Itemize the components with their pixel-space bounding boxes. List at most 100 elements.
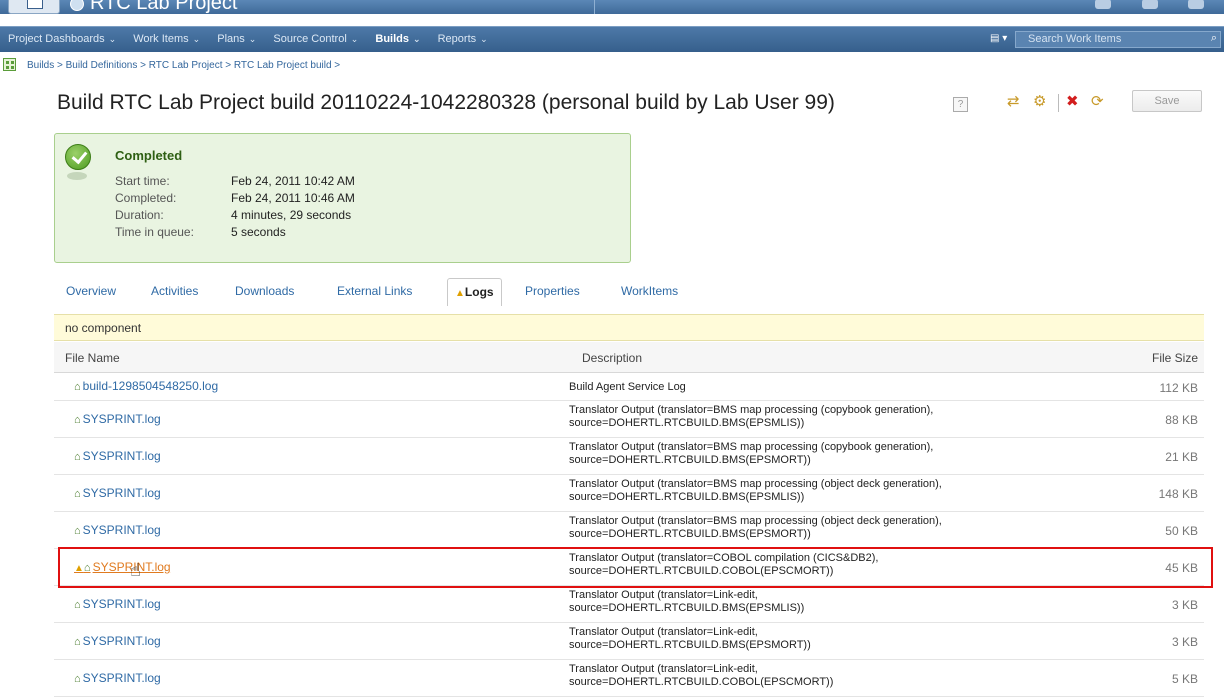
status-icon-shadow bbox=[67, 172, 87, 180]
log-file-size: 88 KB bbox=[1165, 413, 1198, 427]
table-header: File Name Description File Size bbox=[54, 342, 1204, 373]
breadcrumb[interactable]: Builds > Build Definitions > RTC Lab Pro… bbox=[27, 60, 340, 71]
table-row: ⌂ SYSPRINT.log Translator Output (transla… bbox=[54, 623, 1204, 660]
chevron-down-icon: ⌄ bbox=[480, 34, 488, 44]
log-file-size: 148 KB bbox=[1158, 487, 1198, 501]
log-file-size: 21 KB bbox=[1165, 450, 1198, 464]
tab-properties[interactable]: Properties bbox=[525, 284, 580, 298]
log-description: Translator Output (translator=BMS map pr… bbox=[569, 441, 934, 466]
build-status-panel: Completed Start time: Feb 24, 2011 10:42 … bbox=[54, 133, 631, 263]
project-title[interactable]: RTC Lab Project bbox=[90, 0, 237, 14]
nav-project-dashboards[interactable]: Project Dashboards ⌄ bbox=[8, 33, 116, 45]
work-item-type-menu-icon[interactable]: ▤ ▾ bbox=[990, 33, 1007, 44]
log-description: Translator Output (translator=BMS map pr… bbox=[569, 515, 942, 540]
nav-reports[interactable]: Reports ⌄ bbox=[438, 33, 488, 45]
log-file-link[interactable]: ⌂ SYSPRINT.log bbox=[74, 597, 161, 611]
log-file-link[interactable]: ⌂ SYSPRINT.log bbox=[74, 486, 161, 500]
project-icon bbox=[70, 0, 84, 11]
header-file-size[interactable]: File Size bbox=[1152, 351, 1198, 365]
tab-workitems[interactable]: WorkItems bbox=[621, 284, 678, 298]
page-title: Build RTC Lab Project build 20110224-104… bbox=[57, 91, 835, 114]
app-banner: RTC Lab Project bbox=[0, 0, 1224, 14]
table-row: ⌂ SYSPRINT.log Translator Output (transla… bbox=[54, 475, 1204, 512]
status-row-completed: Completed: Feb 24, 2011 10:46 AM bbox=[115, 191, 355, 205]
header-description[interactable]: Description bbox=[582, 351, 642, 365]
component-group-header: no component bbox=[54, 314, 1204, 341]
refresh-icon[interactable]: ⟳ bbox=[1091, 94, 1104, 110]
table-row: ⌂ build-1298504548250.log Build Agent Ser… bbox=[54, 373, 1204, 401]
log-file-size: 112 KB bbox=[1159, 381, 1198, 395]
nav-menu: Project Dashboards ⌄ Work Items ⌄ Plans ⌄ S… bbox=[8, 33, 502, 45]
table-row: ⌂ SYSPRINT.log Translator Output (transla… bbox=[54, 586, 1204, 623]
logs-table: File Name Description File Size ⌂ build-1… bbox=[54, 342, 1204, 697]
log-file-icon: ⌂ bbox=[74, 414, 81, 426]
log-file-icon: ⌂ bbox=[74, 488, 81, 500]
check-circle-icon bbox=[65, 144, 91, 170]
tab-activities[interactable]: Activities bbox=[151, 284, 198, 298]
tab-external-links[interactable]: External Links bbox=[337, 284, 412, 298]
log-file-link[interactable]: ⌂ SYSPRINT.log bbox=[74, 412, 161, 426]
chevron-down-icon: ⌄ bbox=[192, 34, 201, 44]
chevron-down-icon: ⌄ bbox=[413, 34, 421, 44]
table-row: ⌂ SYSPRINT.log Translator Output (transla… bbox=[54, 660, 1204, 697]
log-description: Translator Output (translator=BMS map pr… bbox=[569, 404, 934, 429]
log-file-link[interactable]: ⌂ SYSPRINT.log bbox=[74, 449, 161, 463]
log-description: Translator Output (translator=Link-edit,… bbox=[569, 663, 834, 688]
log-file-icon: ⌂ bbox=[74, 451, 81, 463]
status-details: Start time: Feb 24, 2011 10:42 AM Complet… bbox=[115, 174, 355, 242]
log-description: Translator Output (translator=Link-edit,… bbox=[569, 589, 805, 614]
log-file-icon: ⌂ bbox=[74, 673, 81, 685]
log-description: Build Agent Service Log bbox=[569, 381, 686, 393]
app-logo-icon[interactable] bbox=[8, 0, 60, 14]
hand-cursor-icon: ☝ bbox=[130, 560, 141, 580]
nav-work-items[interactable]: Work Items ⌄ bbox=[133, 33, 200, 45]
log-description: Translator Output (translator=Link-edit,… bbox=[569, 626, 811, 651]
toolbar-divider bbox=[1058, 94, 1059, 112]
search-work-items-input[interactable]: Search Work Items ⌕ bbox=[1015, 31, 1221, 48]
highlight-annotation-box bbox=[58, 547, 1213, 588]
help-icon[interactable]: ? bbox=[953, 97, 968, 112]
search-icon[interactable]: ⌕ bbox=[1211, 32, 1217, 45]
nav-plans[interactable]: Plans ⌄ bbox=[217, 33, 256, 45]
log-file-icon: ⌂ bbox=[74, 636, 81, 648]
log-description: Translator Output (translator=BMS map pr… bbox=[569, 478, 942, 503]
help-circle-icon[interactable] bbox=[1188, 0, 1204, 9]
status-title: Completed bbox=[115, 148, 183, 163]
log-file-size: 3 KB bbox=[1171, 598, 1198, 612]
log-file-link[interactable]: ⌂ SYSPRINT.log bbox=[74, 523, 161, 537]
tab-logs[interactable]: ▲Logs bbox=[447, 278, 502, 306]
settings-icon[interactable] bbox=[1141, 0, 1158, 9]
nav-builds[interactable]: Builds ⌄ bbox=[375, 33, 420, 45]
delete-icon[interactable]: ✖ bbox=[1066, 94, 1079, 110]
chevron-down-icon: ⌄ bbox=[248, 34, 257, 44]
builds-grid-icon bbox=[3, 58, 16, 71]
status-row-start: Start time: Feb 24, 2011 10:42 AM bbox=[115, 174, 355, 188]
log-file-link[interactable]: ⌂ SYSPRINT.log bbox=[74, 671, 161, 685]
log-file-icon: ⌂ bbox=[74, 525, 81, 537]
tab-downloads[interactable]: Downloads bbox=[235, 284, 294, 298]
table-row: ⌂ SYSPRINT.log Translator Output (transla… bbox=[54, 401, 1204, 438]
tab-overview[interactable]: Overview bbox=[66, 284, 116, 298]
request-build-icon[interactable]: ⇄ bbox=[1007, 94, 1020, 110]
log-file-size: 3 KB bbox=[1171, 635, 1198, 649]
user-icon[interactable] bbox=[1095, 0, 1112, 9]
log-file-link[interactable]: ⌂ SYSPRINT.log bbox=[74, 634, 161, 648]
chevron-down-icon: ⌄ bbox=[108, 34, 117, 44]
component-label: no component bbox=[65, 321, 142, 335]
banner-actions bbox=[1069, 0, 1204, 14]
banner-divider bbox=[594, 0, 595, 14]
main-nav: Project Dashboards ⌄ Work Items ⌄ Plans ⌄ S… bbox=[0, 26, 1224, 52]
log-file-link[interactable]: ⌂ build-1298504548250.log bbox=[74, 379, 218, 393]
header-file-name[interactable]: File Name bbox=[65, 351, 120, 365]
log-file-size: 50 KB bbox=[1165, 524, 1198, 538]
log-file-icon: ⌂ bbox=[74, 381, 81, 393]
link-icon[interactable]: ⚙ bbox=[1033, 94, 1046, 110]
log-file-icon: ⌂ bbox=[74, 599, 81, 611]
nav-source-control[interactable]: Source Control ⌄ bbox=[273, 33, 358, 45]
save-button[interactable]: Save bbox=[1132, 90, 1202, 112]
status-row-duration: Duration: 4 minutes, 29 seconds bbox=[115, 208, 352, 222]
status-row-queue: Time in queue: 5 seconds bbox=[115, 225, 286, 239]
table-row: ⌂ SYSPRINT.log Translator Output (transla… bbox=[54, 512, 1204, 549]
log-file-size: 5 KB bbox=[1171, 672, 1198, 686]
table-row: ⌂ SYSPRINT.log Translator Output (transla… bbox=[54, 438, 1204, 475]
